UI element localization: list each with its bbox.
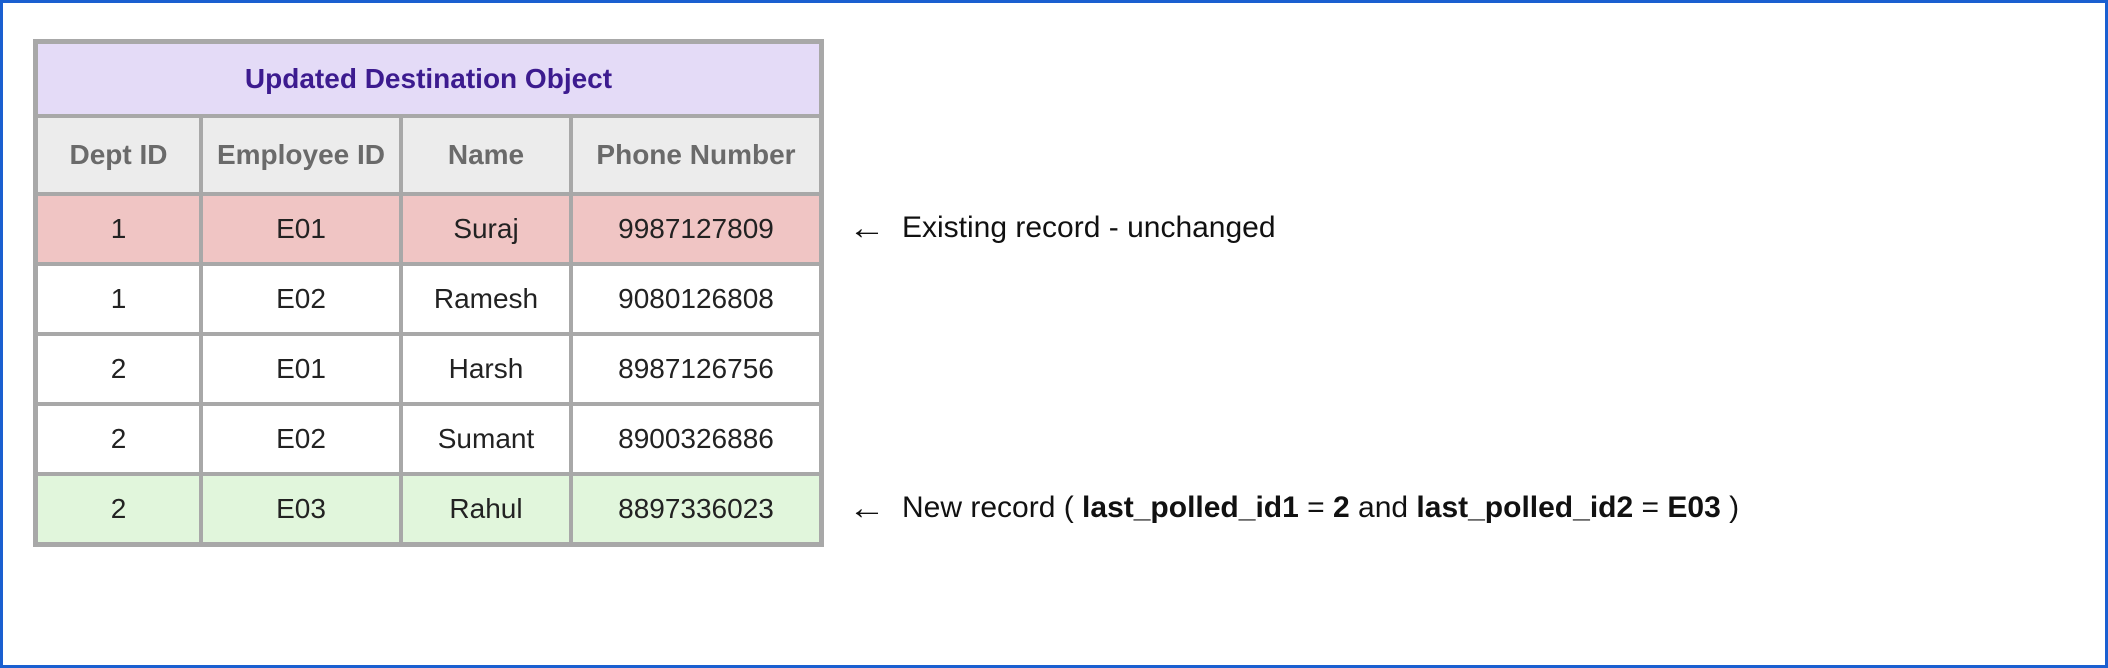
cell-emp: E02 [201,404,401,474]
table-row: 2 E01 Harsh 8987126756 [36,334,821,404]
col-header-dept: Dept ID [36,116,201,194]
col-header-emp: Employee ID [201,116,401,194]
table-row: 2 E02 Sumant 8900326886 [36,404,821,474]
table-row: 1 E01 Suraj 9987127809 [36,194,821,264]
cell-emp: E01 [201,194,401,264]
col-header-name: Name [401,116,571,194]
annotation-existing: ← Existing record - unchanged [850,211,1276,245]
cell-dept: 1 [36,264,201,334]
cell-dept: 2 [36,474,201,544]
annotation-text: New record ( last_polled_id1 = 2 and las… [902,491,1739,525]
annot-val1: 2 [1333,491,1350,524]
annot-eq1: = [1299,491,1333,524]
cell-phone: 9987127809 [571,194,821,264]
table-row: 2 E03 Rahul 8897336023 [36,474,821,544]
annot-mid: and [1350,491,1417,524]
annot-prefix: New record ( [902,491,1082,524]
annotation-text: Existing record - unchanged [902,211,1276,245]
arrow-left-icon: ← [848,491,885,525]
cell-name: Ramesh [401,264,571,334]
annot-eq2: = [1633,491,1667,524]
table-row: 1 E02 Ramesh 9080126808 [36,264,821,334]
cell-dept: 1 [36,194,201,264]
diagram-frame: Updated Destination Object Dept ID Emplo… [0,0,2108,668]
cell-phone: 9080126808 [571,264,821,334]
cell-emp: E01 [201,334,401,404]
cell-name: Suraj [401,194,571,264]
cell-name: Rahul [401,474,571,544]
annotation-new: ← New record ( last_polled_id1 = 2 and l… [850,491,1739,525]
arrow-left-icon: ← [848,211,885,245]
cell-name: Sumant [401,404,571,474]
cell-dept: 2 [36,334,201,404]
destination-table-wrap: Updated Destination Object Dept ID Emplo… [33,39,824,547]
cell-phone: 8900326886 [571,404,821,474]
cell-name: Harsh [401,334,571,404]
cell-phone: 8987126756 [571,334,821,404]
annot-val2: E03 [1667,491,1720,524]
annot-key1: last_polled_id1 [1082,491,1299,524]
table-title: Updated Destination Object [36,42,821,116]
annot-key2: last_polled_id2 [1416,491,1633,524]
col-header-phone: Phone Number [571,116,821,194]
destination-table: Updated Destination Object Dept ID Emplo… [33,39,824,547]
cell-dept: 2 [36,404,201,474]
annot-suffix: ) [1721,491,1739,524]
cell-emp: E03 [201,474,401,544]
cell-phone: 8897336023 [571,474,821,544]
cell-emp: E02 [201,264,401,334]
